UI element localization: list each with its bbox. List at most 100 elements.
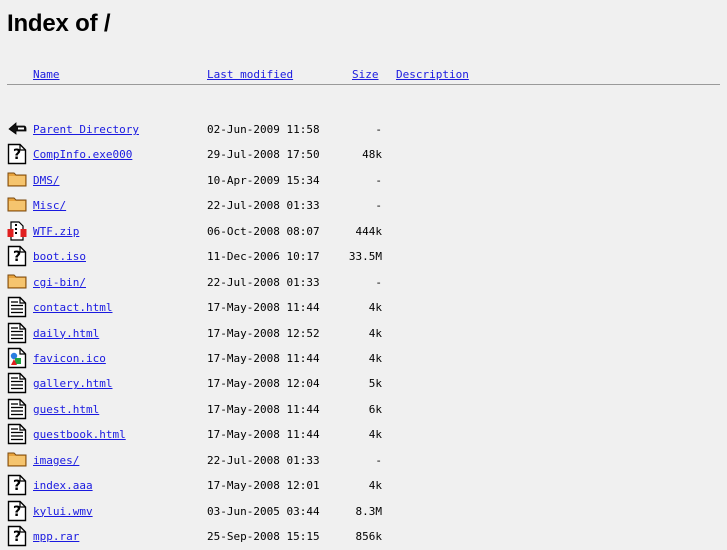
- file-name-link[interactable]: boot.iso: [33, 250, 86, 263]
- file-name-link[interactable]: guestbook.html: [33, 428, 126, 441]
- file-name-link[interactable]: contact.html: [33, 301, 112, 314]
- column-header-size[interactable]: Size: [352, 68, 379, 81]
- file-name-link[interactable]: Misc/: [33, 199, 66, 212]
- last-modified: 17-May-2008 12:01: [207, 479, 320, 493]
- last-modified: 22-Jul-2008 01:33: [207, 199, 320, 213]
- last-modified: 17-May-2008 11:44: [207, 428, 320, 442]
- list-item: favicon.ico 17-May-2008 11:44 4k: [0, 347, 727, 372]
- list-item: ? kylui.wmv 03-Jun-2005 03:44 8.3M: [0, 500, 727, 525]
- svg-text:?: ?: [13, 147, 21, 163]
- list-item: ? boot.iso 11-Dec-2006 10:17 33.5M: [0, 245, 727, 270]
- compressed-file-icon[interactable]: [7, 220, 27, 242]
- folder-icon[interactable]: [7, 194, 27, 216]
- file-size: -: [375, 453, 382, 467]
- last-modified: 17-May-2008 11:44: [207, 402, 320, 416]
- list-item: Misc/22-Jul-2008 01:33 -: [0, 194, 727, 219]
- folder-icon[interactable]: [7, 449, 27, 471]
- sort-by-name-link[interactable]: Name: [33, 68, 60, 81]
- list-item: WTF.zip 06-Oct-2008 08:07 444k: [0, 220, 727, 245]
- file-size: -: [375, 123, 382, 136]
- svg-text:?: ?: [13, 478, 21, 494]
- list-item: gallery.html 17-May-2008 12:04 5k: [0, 372, 727, 397]
- file-name-link[interactable]: daily.html: [33, 327, 99, 340]
- list-item: daily.html 17-May-2008 12:52 4k: [0, 322, 727, 347]
- list-item: ? CompInfo.exe000 29-Jul-2008 17:50 48k: [0, 143, 727, 168]
- file-name-link[interactable]: images/: [33, 454, 79, 467]
- file-name-link[interactable]: CompInfo.exe000: [33, 148, 132, 161]
- svg-text:?: ?: [13, 249, 21, 265]
- file-size: 4k: [368, 351, 382, 365]
- last-modified: 17-May-2008 12:04: [207, 377, 320, 391]
- file-name-link[interactable]: Parent Directory: [33, 123, 139, 136]
- file-size: 6k: [368, 402, 382, 416]
- file-size: 8.3M: [355, 504, 383, 518]
- file-name-link[interactable]: favicon.ico: [33, 352, 106, 365]
- text-file-icon[interactable]: [7, 296, 27, 318]
- svg-text:?: ?: [13, 504, 21, 520]
- unknown-file-icon[interactable]: ?: [7, 474, 27, 496]
- text-file-icon[interactable]: [7, 372, 27, 394]
- image-file-icon[interactable]: [7, 347, 27, 369]
- text-file-icon[interactable]: [7, 423, 27, 445]
- file-size: 5k: [368, 377, 382, 391]
- file-size: 4k: [368, 326, 382, 340]
- file-name-link[interactable]: gallery.html: [33, 377, 112, 390]
- unknown-file-icon[interactable]: ?: [7, 525, 27, 547]
- file-size: -: [375, 173, 382, 187]
- last-modified: 22-Jul-2008 01:33: [207, 275, 320, 289]
- file-size: 444k: [355, 224, 383, 238]
- file-name-link[interactable]: WTF.zip: [33, 225, 79, 238]
- last-modified: 17-May-2008 11:44: [207, 351, 320, 365]
- last-modified: 25-Sep-2008 15:15: [207, 530, 320, 544]
- sort-by-last-modified-link[interactable]: Last modified: [207, 68, 293, 81]
- text-file-icon[interactable]: [7, 398, 27, 420]
- list-item: ? mpp.rar 25-Sep-2008 15:15 856k: [0, 525, 727, 550]
- column-header-description[interactable]: Description: [396, 68, 469, 81]
- list-item: guest.html 17-May-2008 11:44 6k: [0, 398, 727, 423]
- folder-icon[interactable]: [7, 271, 27, 293]
- list-item: cgi-bin/22-Jul-2008 01:33 -: [0, 271, 727, 296]
- list-item: guestbook.html 17-May-2008 11:44 4k: [0, 423, 727, 448]
- file-name-link[interactable]: guest.html: [33, 403, 99, 416]
- file-name-link[interactable]: DMS/: [33, 174, 60, 187]
- last-modified: 03-Jun-2005 03:44: [207, 504, 320, 518]
- last-modified: 06-Oct-2008 08:07: [207, 224, 320, 238]
- file-name-link[interactable]: mpp.rar: [33, 530, 79, 543]
- text-file-icon[interactable]: [7, 322, 27, 344]
- file-size: 33.5M: [348, 250, 382, 264]
- file-size: 4k: [368, 479, 382, 493]
- page-title: Index of /: [7, 10, 111, 37]
- column-header-name[interactable]: Name: [33, 68, 60, 81]
- list-item: contact.html 17-May-2008 11:44 4k: [0, 296, 727, 321]
- back-icon[interactable]: [7, 118, 27, 140]
- file-size: 856k: [355, 530, 383, 544]
- unknown-file-icon[interactable]: ?: [7, 143, 27, 165]
- sort-by-size-link[interactable]: Size: [352, 68, 379, 81]
- folder-icon[interactable]: [7, 169, 27, 191]
- list-item: ? index.aaa 17-May-2008 12:01 4k: [0, 474, 727, 499]
- file-size: -: [375, 199, 382, 213]
- last-modified: 22-Jul-2008 01:33: [207, 453, 320, 467]
- header-divider: [7, 84, 720, 85]
- last-modified: 02-Jun-2009 11:58: [207, 123, 320, 136]
- last-modified: 10-Apr-2009 15:34: [207, 173, 320, 187]
- last-modified: 29-Jul-2008 17:50: [207, 148, 320, 162]
- sort-by-description-link[interactable]: Description: [396, 68, 469, 81]
- column-header-last-modified[interactable]: Last modified: [207, 68, 293, 81]
- svg-text:?: ?: [13, 529, 21, 545]
- last-modified: 17-May-2008 11:44: [207, 301, 320, 315]
- unknown-file-icon[interactable]: ?: [7, 245, 27, 267]
- last-modified: 17-May-2008 12:52: [207, 326, 320, 340]
- file-size: 48k: [362, 148, 382, 162]
- file-name-link[interactable]: cgi-bin/: [33, 276, 86, 289]
- list-item: DMS/10-Apr-2009 15:34 -: [0, 169, 727, 194]
- file-size: 4k: [368, 428, 382, 442]
- file-name-link[interactable]: index.aaa: [33, 479, 93, 492]
- list-item: images/22-Jul-2008 01:33 -: [0, 449, 727, 474]
- unknown-file-icon[interactable]: ?: [7, 500, 27, 522]
- file-name-link[interactable]: kylui.wmv: [33, 505, 93, 518]
- file-size: -: [375, 275, 382, 289]
- last-modified: 11-Dec-2006 10:17: [207, 250, 320, 264]
- list-item: Parent Directory 02-Jun-2009 11:58 -: [0, 118, 727, 143]
- file-size: 4k: [368, 301, 382, 315]
